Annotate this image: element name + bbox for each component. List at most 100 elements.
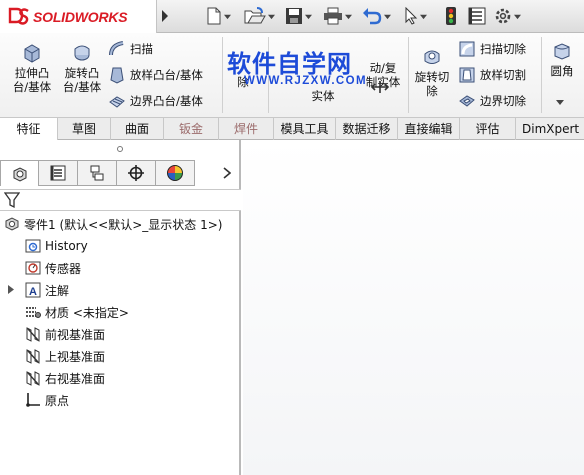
revolve-cut-button[interactable]: 旋转切 除 — [411, 47, 453, 98]
new-icon — [207, 7, 221, 25]
tab-weldments[interactable]: 焊件 — [219, 118, 274, 140]
print-button[interactable] — [323, 4, 352, 28]
save-button[interactable] — [285, 4, 312, 28]
tab-data-migration[interactable]: 数据迁移 — [336, 118, 398, 140]
rebuild-button[interactable] — [444, 4, 458, 28]
dropdown-arrow-icon — [345, 14, 352, 19]
revolve-boss-icon — [74, 45, 90, 61]
origin-icon — [24, 392, 41, 409]
loft-cut-button[interactable]: 放样切割 — [458, 66, 526, 84]
tab-dimxpert[interactable]: DimXpert — [516, 118, 584, 140]
boundary-icon — [109, 96, 125, 108]
tab-feature-manager[interactable] — [0, 160, 39, 186]
new-document-button[interactable] — [206, 4, 231, 28]
tree-item-sensors[interactable]: 传感器 — [24, 258, 81, 278]
boundary-boss-button[interactable]: 边界凸台/基体 — [108, 92, 203, 110]
filter-icon[interactable] — [4, 192, 20, 209]
dropdown-arrow-icon — [420, 14, 427, 19]
tree-item-origin[interactable]: 原点 — [24, 390, 69, 410]
dropdown-arrow-icon — [268, 14, 275, 19]
tab-sketch[interactable]: 草图 — [58, 118, 111, 140]
ds-logo-icon — [8, 7, 29, 25]
dropdown-arrow-icon — [305, 14, 312, 19]
file-properties-button[interactable] — [468, 4, 486, 28]
extrude-boss-button[interactable]: 拉伸凸 台/基体 — [6, 41, 58, 94]
menu-expand-arrow-icon[interactable] — [160, 8, 170, 24]
tab-property-manager[interactable] — [39, 160, 78, 186]
tab-direct-editing[interactable]: 直接编辑 — [398, 118, 460, 140]
sweep-cut-button[interactable]: 扫描切除 — [458, 40, 526, 58]
undo-icon — [363, 8, 382, 25]
tab-evaluate[interactable]: 评估 — [460, 118, 516, 140]
plane-icon — [24, 370, 41, 387]
annotation-icon: A — [24, 282, 41, 299]
sweep-button[interactable]: 扫描 — [108, 40, 153, 58]
graphics-viewport[interactable] — [243, 140, 584, 475]
boundary-cut-button[interactable]: 边界切除 — [458, 92, 526, 110]
tab-mold-tools[interactable]: 模具工具 — [274, 118, 336, 140]
open-button[interactable] — [244, 4, 275, 28]
watermark-url: WWW.RJZXW.COM — [244, 75, 367, 87]
tree-item-front-plane[interactable]: 前视基准面 — [24, 324, 105, 344]
tab-configuration-manager[interactable] — [78, 160, 117, 186]
sensor-icon — [24, 260, 41, 277]
open-icon — [244, 7, 266, 24]
tree-item-annotations[interactable]: A 注解 — [24, 280, 69, 300]
history-icon — [24, 238, 41, 255]
command-manager-tabs: 特征 草图 曲面 钣金 焊件 模具工具 数据迁移 直接编辑 评估 DimXper… — [0, 117, 584, 140]
feature-manager-icon — [13, 166, 26, 182]
dropdown-arrow-icon — [224, 14, 231, 19]
extrude-boss-icon — [24, 44, 40, 63]
save-icon — [286, 8, 302, 24]
tab-sheet-metal[interactable]: 钣金 — [164, 118, 219, 140]
sweep-icon — [109, 41, 124, 56]
loft-icon — [110, 67, 124, 84]
expand-annotations-icon[interactable] — [8, 285, 14, 294]
pane-tab-strip — [0, 160, 241, 186]
ribbon-separator — [222, 37, 223, 113]
select-button[interactable] — [404, 4, 427, 28]
loft-boss-button[interactable]: 放样凸台/基体 — [108, 66, 203, 84]
plane-icon — [24, 326, 41, 343]
dropdown-arrow-icon — [514, 14, 521, 19]
options-button[interactable] — [494, 4, 521, 28]
fillet-button[interactable]: 圆角 — [545, 41, 579, 78]
fillet-icon — [554, 43, 570, 60]
tree-item-material[interactable]: 材质 <未指定> — [24, 302, 129, 322]
part-root-node[interactable]: 零件1 (默认<<默认>_显示状态 1>) — [3, 214, 222, 234]
appearance-ball-icon — [167, 165, 183, 181]
ribbon-separator — [408, 37, 409, 113]
pane-more-arrow-icon[interactable] — [223, 167, 231, 179]
svg-text:A: A — [29, 286, 37, 298]
move-copy-icon — [371, 81, 389, 93]
solidworks-logo[interactable]: SOLIDWORKS — [0, 0, 157, 33]
ribbon-separator — [541, 37, 542, 113]
tree-item-history[interactable]: History — [24, 236, 88, 256]
feature-tree-filter-bar[interactable] — [0, 189, 241, 211]
revolve-boss-button[interactable]: 旋转凸 台/基体 — [58, 41, 106, 94]
plane-icon — [24, 348, 41, 365]
crosshair-icon — [128, 165, 144, 181]
pane-splitter-handle-icon[interactable] — [116, 145, 124, 153]
tree-item-top-plane[interactable]: 上视基准面 — [24, 346, 105, 366]
more-dropdown-icon[interactable] — [556, 100, 564, 106]
property-manager-icon — [50, 165, 66, 181]
options-icon — [495, 8, 511, 24]
undo-button[interactable] — [362, 4, 391, 28]
part-icon — [3, 216, 20, 233]
brand-name: SOLIDWORKS — [33, 9, 128, 25]
tab-surfaces[interactable]: 曲面 — [111, 118, 164, 140]
tab-dimxpert-manager[interactable] — [117, 160, 156, 186]
tree-item-right-plane[interactable]: 右视基准面 — [24, 368, 105, 388]
select-icon — [405, 7, 418, 25]
revolve-cut-icon — [424, 50, 440, 64]
configuration-manager-icon — [90, 165, 104, 181]
tab-display-manager[interactable] — [156, 160, 195, 186]
material-icon — [24, 304, 41, 321]
watermark-title: 软件自学网 — [227, 50, 352, 78]
tab-features[interactable]: 特征 — [0, 118, 58, 140]
dropdown-arrow-icon — [384, 14, 391, 19]
loft-cut-icon — [459, 67, 475, 83]
title-bar: SOLIDWORKS — [0, 0, 584, 33]
rebuild-icon — [446, 7, 456, 25]
